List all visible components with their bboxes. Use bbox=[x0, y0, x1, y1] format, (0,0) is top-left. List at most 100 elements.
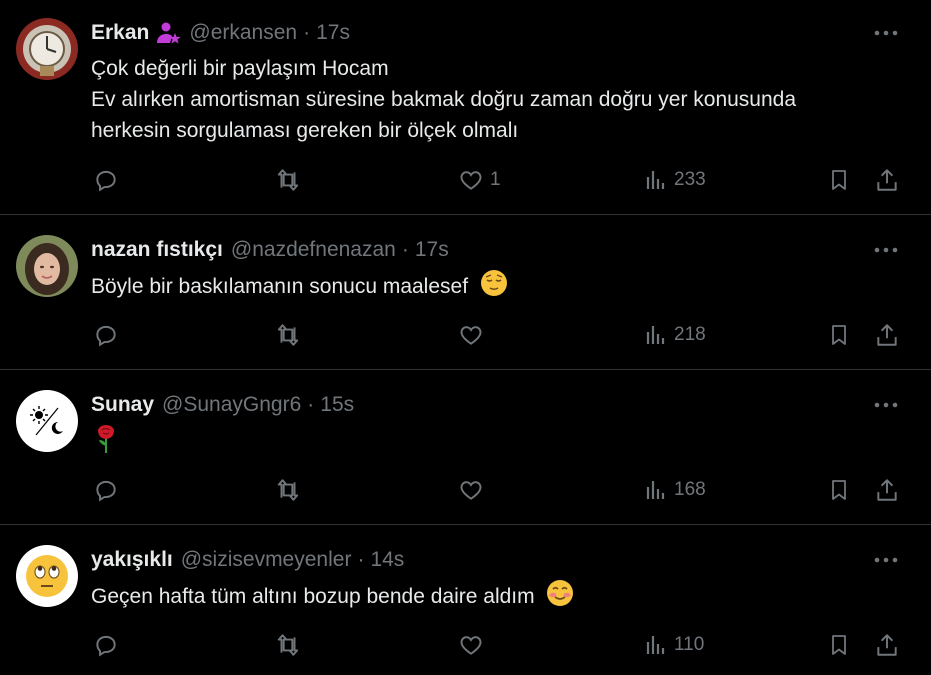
user-handle[interactable]: @SunayGngr6 bbox=[162, 393, 301, 417]
view-count: 218 bbox=[674, 324, 706, 345]
bookmark-button[interactable] bbox=[827, 476, 851, 504]
bookmark-button[interactable] bbox=[827, 321, 851, 349]
avatar[interactable] bbox=[16, 545, 78, 607]
bookmark-button[interactable] bbox=[827, 631, 851, 659]
eye-roll-emoji-avatar-image bbox=[16, 545, 78, 607]
relieved-face-emoji bbox=[480, 269, 508, 306]
more-options-icon[interactable] bbox=[873, 392, 899, 418]
more-options-icon[interactable] bbox=[873, 20, 899, 46]
share-icon bbox=[877, 634, 897, 656]
more-options-icon[interactable] bbox=[873, 237, 899, 263]
retweet-button[interactable] bbox=[274, 476, 302, 504]
action-bar: 110 bbox=[91, 631, 911, 659]
reply-icon bbox=[96, 170, 116, 192]
view-count: 110 bbox=[674, 634, 705, 655]
heart-icon bbox=[460, 326, 482, 345]
share-button[interactable] bbox=[874, 166, 900, 194]
like-button[interactable] bbox=[458, 631, 490, 659]
display-name[interactable]: yakışıklı bbox=[91, 548, 173, 572]
tweet-sunay[interactable]: Sunay @SunayGngr6 · 15s 168 bbox=[0, 370, 931, 525]
user-handle[interactable]: @sizisevmeyenler bbox=[181, 548, 352, 572]
tweet-text: Çok değerli bir paylaşım Hocam Ev alırke… bbox=[91, 53, 796, 146]
views-button[interactable]: 218 bbox=[644, 321, 706, 349]
tweet-text-line: Böyle bir baskılamanın sonucu maalesef bbox=[91, 275, 469, 299]
tweet-text-line: Geçen hafta tüm altını bozup bende daire… bbox=[91, 585, 535, 609]
bookmark-button[interactable] bbox=[827, 166, 851, 194]
action-bar: 1 233 bbox=[91, 166, 911, 194]
retweet-icon bbox=[277, 479, 299, 501]
share-button[interactable] bbox=[874, 476, 900, 504]
user-handle[interactable]: @nazdefnenazan bbox=[231, 238, 396, 262]
tweet-header: Erkan @erkansen · 17s bbox=[91, 20, 350, 46]
retweet-icon bbox=[277, 634, 299, 656]
tweet-header: yakışıklı @sizisevmeyenler · 14s bbox=[91, 547, 404, 573]
reply-icon bbox=[96, 325, 116, 347]
tweet-text-line: Çok değerli bir paylaşım Hocam bbox=[91, 57, 389, 80]
user-handle[interactable]: @erkansen bbox=[189, 21, 297, 45]
share-button[interactable] bbox=[874, 631, 900, 659]
separator-dot: · bbox=[303, 21, 311, 44]
tweet-text bbox=[91, 424, 119, 463]
rose-emoji bbox=[93, 424, 119, 463]
reply-button[interactable] bbox=[93, 321, 119, 349]
retweet-button[interactable] bbox=[274, 321, 302, 349]
retweet-button[interactable] bbox=[274, 166, 302, 194]
retweet-button[interactable] bbox=[274, 631, 302, 659]
view-count: 168 bbox=[674, 479, 706, 500]
tweet-text-line: herkesin sorgulaması gereken bir ölçek o… bbox=[91, 119, 519, 142]
display-name[interactable]: Sunay bbox=[91, 393, 154, 417]
tweet-nazan[interactable]: nazan fıstıkçı @nazdefnenazan · 17s Böyl… bbox=[0, 215, 931, 370]
views-button[interactable]: 110 bbox=[644, 631, 704, 659]
bookmark-icon bbox=[832, 480, 846, 500]
action-bar: 168 bbox=[91, 476, 911, 504]
tweet-text: Böyle bir baskılamanın sonucu maalesef bbox=[91, 269, 508, 306]
reply-button[interactable] bbox=[93, 476, 119, 504]
views-button[interactable]: 168 bbox=[644, 476, 706, 504]
bookmark-icon bbox=[832, 635, 846, 655]
share-icon bbox=[877, 324, 897, 346]
avatar[interactable] bbox=[16, 235, 78, 297]
analytics-icon bbox=[646, 326, 665, 344]
tweet-erkan[interactable]: Erkan @erkansen · 17s Çok değerli bir pa… bbox=[0, 0, 931, 215]
tweet-text-line: Ev alırken amortisman süresine bakmak do… bbox=[91, 88, 797, 111]
smiling-face-emoji bbox=[546, 579, 574, 616]
retweet-icon bbox=[277, 324, 299, 346]
timestamp[interactable]: 15s bbox=[320, 393, 354, 417]
heart-icon bbox=[460, 171, 482, 190]
like-button[interactable]: 1 bbox=[458, 166, 501, 194]
timestamp[interactable]: 17s bbox=[415, 238, 449, 262]
avatar[interactable] bbox=[16, 18, 78, 80]
separator-dot: · bbox=[357, 548, 365, 571]
verified-person-star-icon bbox=[155, 21, 181, 45]
analytics-icon bbox=[646, 481, 665, 499]
display-name[interactable]: nazan fıstıkçı bbox=[91, 238, 223, 262]
separator-dot: · bbox=[401, 238, 409, 261]
retweet-icon bbox=[277, 169, 299, 191]
sun-moon-avatar-image bbox=[16, 390, 78, 452]
timestamp[interactable]: 17s bbox=[316, 21, 350, 45]
views-button[interactable]: 233 bbox=[644, 166, 706, 194]
heart-icon bbox=[460, 636, 482, 655]
display-name[interactable]: Erkan bbox=[91, 21, 149, 45]
view-count: 233 bbox=[674, 169, 706, 190]
share-icon bbox=[877, 169, 897, 191]
reply-button[interactable] bbox=[93, 166, 119, 194]
more-options-icon[interactable] bbox=[873, 547, 899, 573]
like-button[interactable] bbox=[458, 476, 490, 504]
reply-button[interactable] bbox=[93, 631, 119, 659]
tweet-yakisikli[interactable]: yakışıklı @sizisevmeyenler · 14s Geçen h… bbox=[0, 525, 931, 675]
tweet-header: Sunay @SunayGngr6 · 15s bbox=[91, 392, 354, 418]
share-button[interactable] bbox=[874, 321, 900, 349]
analytics-icon bbox=[646, 636, 665, 654]
timestamp[interactable]: 14s bbox=[370, 548, 404, 572]
action-bar: 218 bbox=[91, 321, 911, 349]
reply-icon bbox=[96, 635, 116, 657]
bookmark-icon bbox=[832, 170, 846, 190]
profile-photo-image bbox=[16, 235, 78, 297]
separator-dot: · bbox=[307, 393, 315, 416]
reply-icon bbox=[96, 480, 116, 502]
avatar[interactable] bbox=[16, 390, 78, 452]
heart-icon bbox=[460, 481, 482, 500]
like-button[interactable] bbox=[458, 321, 490, 349]
tweet-header: nazan fıstıkçı @nazdefnenazan · 17s bbox=[91, 237, 449, 263]
